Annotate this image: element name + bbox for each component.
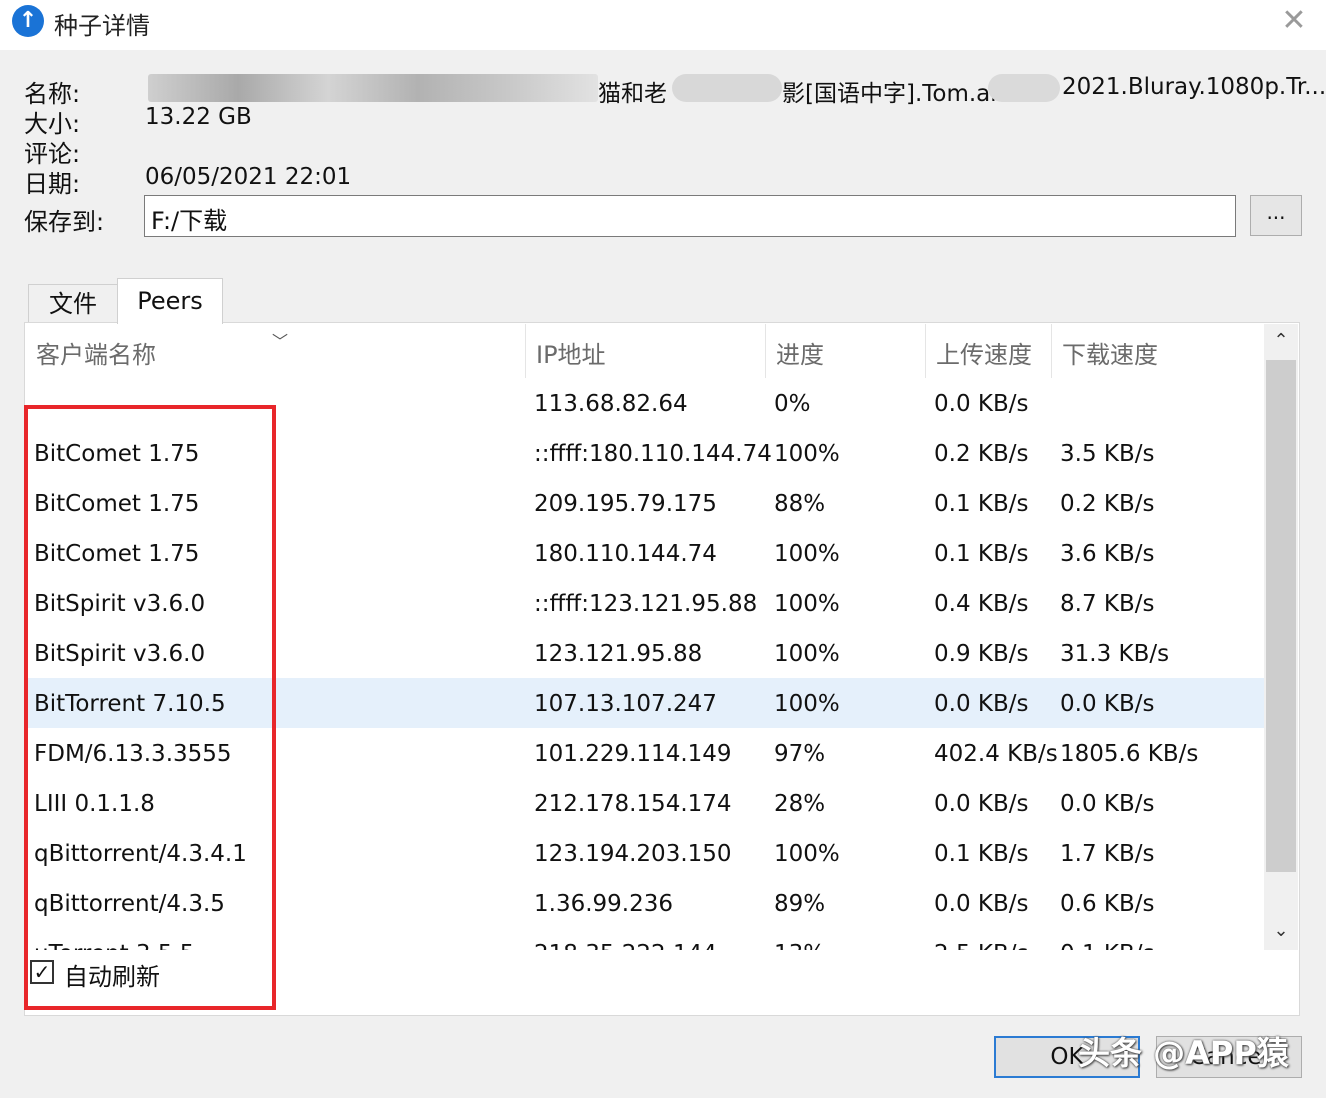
size-value: 13.22 GB (145, 104, 252, 130)
progress-cell: 97% (774, 741, 826, 767)
download-speed-cell: 8.7 KB/s (1060, 591, 1155, 617)
progress-cell: 100% (774, 441, 840, 467)
download-speed-cell: 1.7 KB/s (1060, 841, 1155, 867)
ip-address-cell: 218.35.222.144 (534, 928, 717, 950)
date-value: 06/05/2021 22:01 (145, 164, 352, 190)
name-value-part3: 2021.Bluray.1080p.Tr... (1062, 74, 1326, 100)
upload-speed-cell: 0.2 KB/s (934, 441, 1029, 467)
vertical-scrollbar[interactable]: ⌃ ⌄ (1264, 324, 1298, 950)
chevron-down-icon: ﹀ (272, 332, 289, 351)
tab-peers[interactable]: Peers (117, 278, 223, 324)
progress-cell: 28% (774, 791, 826, 817)
name-redacted-block (148, 74, 598, 102)
title-bar: ↑ 种子详情 ✕ (0, 0, 1326, 50)
download-speed-cell: 3.5 KB/s (1060, 441, 1155, 467)
scroll-up-arrow-icon[interactable]: ⌃ (1264, 330, 1298, 358)
upload-speed-cell: 0.1 KB/s (934, 491, 1029, 517)
download-speed-cell: 3.6 KB/s (1060, 541, 1155, 567)
column-header-progress[interactable]: 进度 (766, 324, 926, 378)
download-speed-cell: 1805.6 KB/s (1060, 741, 1199, 767)
upload-speed-cell: 402.4 KB/s (934, 741, 1058, 767)
column-header-download[interactable]: 下载速度 (1052, 324, 1264, 378)
ip-address-cell: 209.195.79.175 (534, 491, 717, 517)
column-header-upload[interactable]: 上传速度 (926, 324, 1052, 378)
upload-arrow-icon: ↑ (12, 5, 44, 37)
upload-speed-cell: 0.9 KB/s (934, 641, 1029, 667)
progress-cell: 89% (774, 891, 826, 917)
highlight-annotation-box (24, 405, 276, 1010)
browse-button[interactable]: ... (1250, 195, 1302, 236)
table-header: 客户端名称 ﹀ IP地址 进度 上传速度 下载速度 (26, 324, 1264, 378)
tab-files[interactable]: 文件 (28, 284, 118, 324)
progress-cell: 88% (774, 491, 826, 517)
upload-speed-cell: 0.1 KB/s (934, 841, 1029, 867)
download-speed-cell: 0.6 KB/s (1060, 891, 1155, 917)
progress-cell: 100% (774, 691, 840, 717)
date-label: 日期: (24, 170, 81, 198)
upload-speed-cell: 0.4 KB/s (934, 591, 1029, 617)
watermark-text: 头条 @APP猿 (1078, 1034, 1289, 1072)
ip-address-cell: 123.121.95.88 (534, 641, 703, 667)
window-title: 种子详情 (54, 12, 150, 40)
upload-speed-cell: 0.1 KB/s (934, 541, 1029, 567)
ip-address-cell: 180.110.144.74 (534, 541, 717, 567)
progress-cell: 100% (774, 641, 840, 667)
upload-speed-cell: 0.0 KB/s (934, 791, 1029, 817)
save-path-label: 保存到: (24, 208, 105, 236)
save-path-input[interactable]: F:/下载 (144, 195, 1236, 237)
ip-address-cell: 107.13.107.247 (534, 691, 717, 717)
ip-address-cell: 1.36.99.236 (534, 891, 673, 917)
name-redacted-block (988, 74, 1060, 102)
download-speed-cell: 0.0 KB/s (1060, 691, 1155, 717)
column-header-ip[interactable]: IP地址 (526, 324, 766, 378)
download-speed-cell: 0.2 KB/s (1060, 491, 1155, 517)
ip-address-cell: 123.194.203.150 (534, 841, 732, 867)
upload-speed-cell: 0.0 KB/s (934, 691, 1029, 717)
close-button[interactable]: ✕ (1272, 2, 1316, 42)
upload-speed-cell: 0.0 KB/s (934, 391, 1029, 417)
ip-address-cell: 113.68.82.64 (534, 391, 688, 417)
download-speed-cell: 31.3 KB/s (1060, 641, 1170, 667)
ip-address-cell: 101.229.114.149 (534, 741, 732, 767)
download-speed-cell: 0.1 KB/s (1060, 928, 1154, 950)
name-value-part2: 影[国语中字].Tom.an (782, 81, 1005, 107)
name-value-part1: 猫和老 (598, 81, 667, 107)
scroll-down-arrow-icon[interactable]: ⌄ (1264, 920, 1298, 948)
ip-address-cell: 212.178.154.174 (534, 791, 732, 817)
ip-address-cell: ::ffff:123.121.95.88 (534, 591, 758, 617)
upload-speed-cell: 2.5 KB/s (934, 928, 1028, 950)
progress-cell: 100% (774, 841, 840, 867)
scroll-thumb[interactable] (1266, 360, 1296, 872)
progress-cell: 100% (774, 541, 840, 567)
progress-cell: 0% (774, 391, 811, 417)
progress-cell: 100% (774, 591, 840, 617)
name-redacted-block (672, 74, 782, 102)
progress-cell: 13% (774, 928, 825, 950)
download-speed-cell: 0.0 KB/s (1060, 791, 1155, 817)
ip-address-cell: ::ffff:180.110.144.74 (534, 441, 772, 467)
upload-speed-cell: 0.0 KB/s (934, 891, 1029, 917)
